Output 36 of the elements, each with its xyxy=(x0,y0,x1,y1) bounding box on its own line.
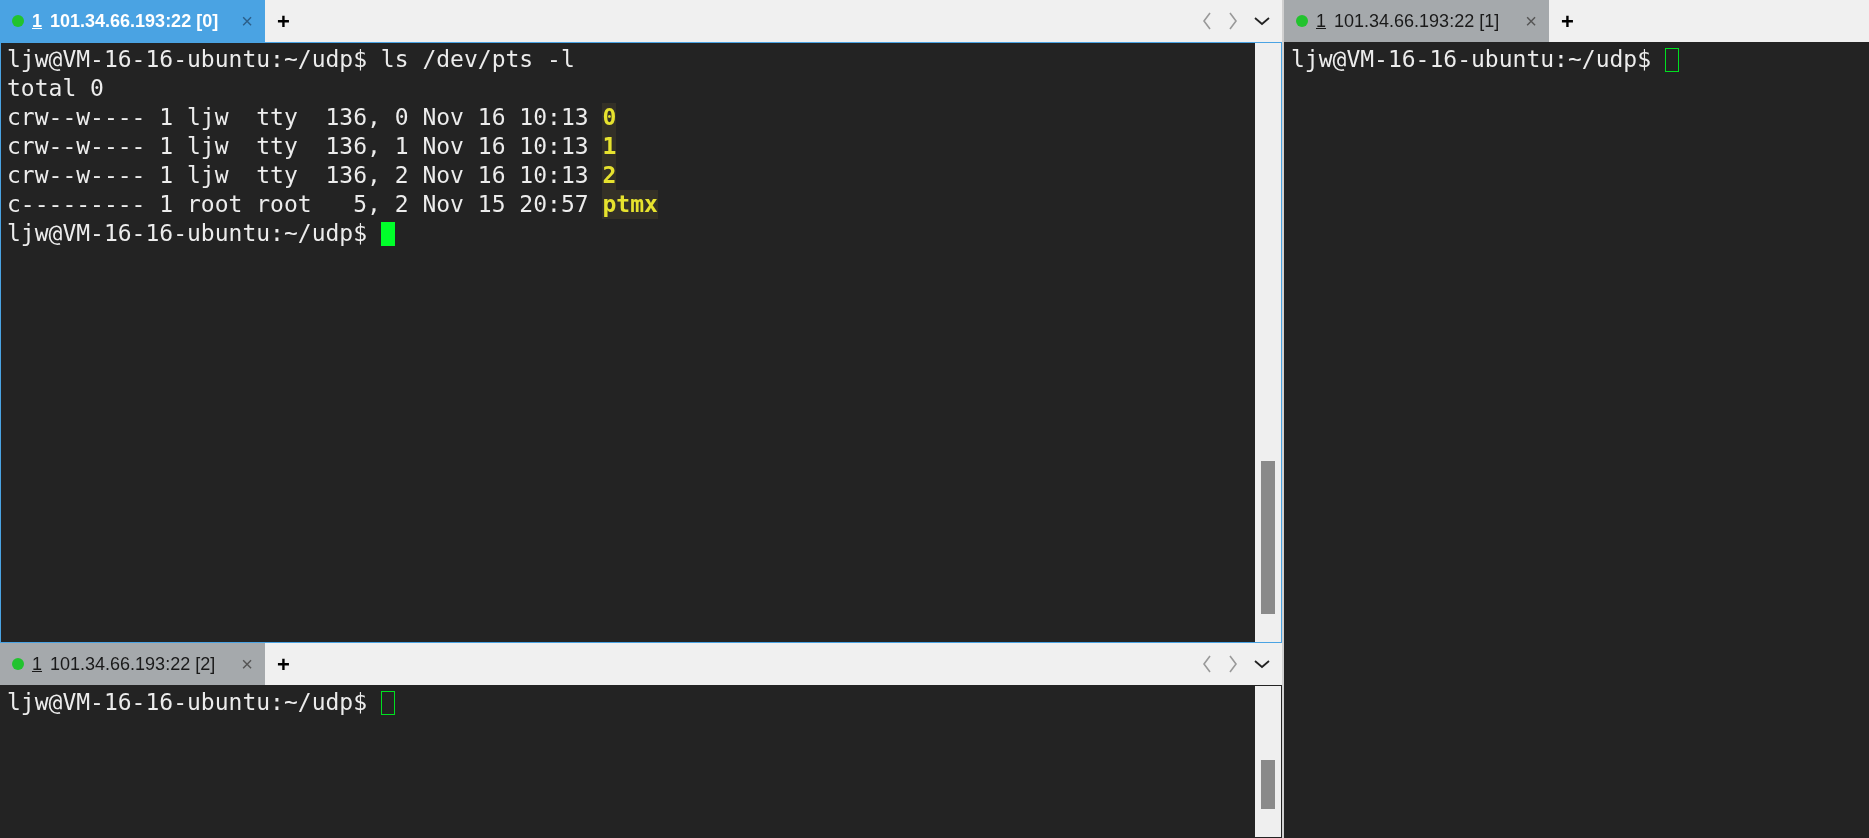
new-tab-button[interactable]: + xyxy=(265,0,302,42)
scrollbar[interactable] xyxy=(1255,43,1281,642)
file-name: 1 xyxy=(602,132,617,161)
chevron-down-icon[interactable] xyxy=(1254,659,1270,669)
terminal-area[interactable] xyxy=(0,42,1282,643)
terminal-line: crw--w---- 1 ljw tty 136, 0 Nov 16 10:13 xyxy=(7,103,590,132)
scroll-right-icon[interactable] xyxy=(1228,12,1238,30)
tab-number: 1 xyxy=(32,9,42,33)
scrollbar-thumb[interactable] xyxy=(1261,461,1275,614)
scroll-right-icon[interactable] xyxy=(1228,655,1238,673)
tab-title: 101.34.66.193:22 [1] xyxy=(1334,9,1500,33)
file-name: ptmx xyxy=(602,190,658,219)
terminal-line: ljw@VM-16-16-ubuntu:~/udp$ xyxy=(1291,45,1653,74)
tab-title: 101.34.66.193:22 [2] xyxy=(50,652,216,676)
tab-number: 1 xyxy=(32,652,42,676)
tab-title: 101.34.66.193:22 [0] xyxy=(50,9,219,33)
scrollbar[interactable] xyxy=(1255,686,1281,837)
terminal-tab[interactable]: 1 101.34.66.193:22 [1] × xyxy=(1284,0,1549,42)
file-name: 0 xyxy=(602,103,617,132)
terminal-line: crw--w---- 1 ljw tty 136, 1 Nov 16 10:13 xyxy=(7,132,590,161)
new-tab-button[interactable]: + xyxy=(1549,0,1586,42)
terminal-tab[interactable]: 1 101.34.66.193:22 [2] × xyxy=(0,643,265,685)
scroll-left-icon[interactable] xyxy=(1202,12,1212,30)
terminal-line: total 0 xyxy=(7,74,104,103)
terminal-line: ljw@VM-16-16-ubuntu:~/udp$ xyxy=(7,219,369,248)
scrollbar-thumb[interactable] xyxy=(1261,759,1275,809)
tab-number: 1 xyxy=(1316,9,1326,33)
terminal-line: ljw@VM-16-16-ubuntu:~/udp$ xyxy=(7,688,369,717)
file-name: 2 xyxy=(602,161,617,190)
chevron-down-icon[interactable] xyxy=(1254,16,1270,26)
new-tab-button[interactable]: + xyxy=(265,643,302,685)
scroll-left-icon[interactable] xyxy=(1202,655,1212,673)
terminal-line: crw--w---- 1 ljw tty 136, 2 Nov 16 10:13 xyxy=(7,161,590,190)
terminal-line: c--------- 1 root root 5, 2 Nov 15 20:57 xyxy=(7,190,590,219)
terminal-line: ljw@VM-16-16-ubuntu:~/udp$ ls /dev/pts -l xyxy=(7,45,575,74)
terminal-area[interactable]: ljw@VM-16-16-ubuntu:~/udp$ xyxy=(1284,42,1869,838)
